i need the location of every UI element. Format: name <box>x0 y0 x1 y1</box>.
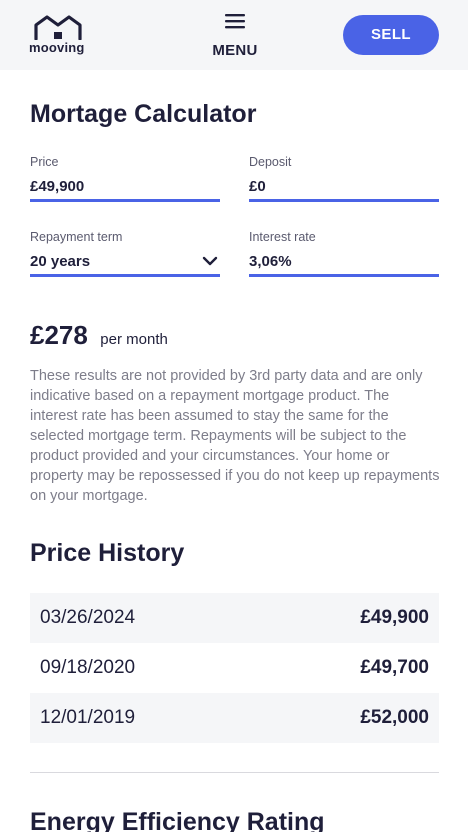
monthly-unit: per month <box>100 331 168 348</box>
repayment-term-underline <box>30 274 220 277</box>
menu-button[interactable]: MENU <box>204 10 266 62</box>
deposit-label: Deposit <box>249 155 292 169</box>
table-row: 03/26/2024 £49,900 <box>30 593 439 643</box>
sell-button[interactable]: SELL <box>343 15 439 55</box>
repayment-term-value[interactable]: 20 years <box>30 253 90 270</box>
history-price: £49,900 <box>360 607 429 628</box>
section-divider <box>30 772 439 773</box>
mortgage-disclaimer: These results are not provided by 3rd pa… <box>30 368 440 504</box>
repayment-term-select[interactable]: Repayment term 20 years <box>30 230 220 282</box>
energy-efficiency-title: Energy Efficiency Rating <box>30 808 325 832</box>
menu-label: MENU <box>212 42 258 59</box>
price-value[interactable]: £49,900 <box>30 178 84 195</box>
price-label: Price <box>30 155 59 169</box>
interest-rate-underline <box>249 274 439 277</box>
deposit-value[interactable]: £0 <box>249 178 266 195</box>
hamburger-icon <box>225 14 245 29</box>
deposit-field[interactable]: Deposit £0 <box>249 155 439 207</box>
price-history-title: Price History <box>30 539 185 567</box>
interest-rate-value[interactable]: 3,06% <box>249 253 292 270</box>
history-price: £49,700 <box>360 657 429 678</box>
mortgage-calculator-title: Mortage Calculator <box>30 100 257 128</box>
site-header: mooving MENU SELL <box>0 0 468 70</box>
deposit-underline <box>249 199 439 202</box>
repayment-term-label: Repayment term <box>30 230 123 244</box>
history-date: 09/18/2020 <box>40 657 136 678</box>
price-history-table: 03/26/2024 £49,900 09/18/2020 £49,700 12… <box>30 593 439 743</box>
history-date: 12/01/2019 <box>40 707 136 728</box>
interest-rate-field[interactable]: Interest rate 3,06% <box>249 230 439 282</box>
table-row: 09/18/2020 £49,700 <box>30 643 439 693</box>
interest-rate-label: Interest rate <box>249 230 316 244</box>
price-underline <box>30 199 220 202</box>
monthly-payment: £278 per month <box>30 320 168 352</box>
logo-text: mooving <box>29 40 85 55</box>
chevron-down-icon[interactable] <box>202 256 218 266</box>
monthly-amount: £278 <box>30 320 88 350</box>
price-field[interactable]: Price £49,900 <box>30 155 220 207</box>
history-price: £52,000 <box>360 707 429 728</box>
mooving-logo[interactable]: mooving <box>29 14 89 56</box>
house-logo-icon <box>34 15 82 40</box>
history-date: 03/26/2024 <box>40 607 136 628</box>
table-row: 12/01/2019 £52,000 <box>30 693 439 743</box>
